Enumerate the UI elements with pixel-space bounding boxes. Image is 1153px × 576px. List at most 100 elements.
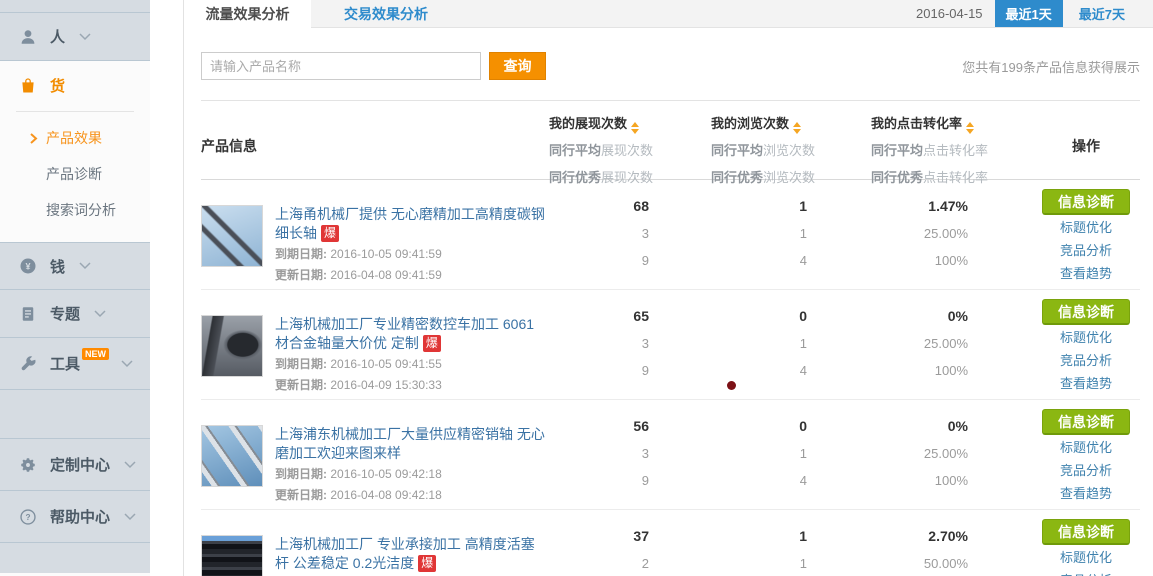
chevron-down-icon [94,310,106,318]
competitor-analysis-link[interactable]: 竞品分析 [1060,350,1112,371]
sort-icon[interactable] [631,122,639,134]
impressions-cell: 56 3 9 [549,400,649,509]
sidebar-item-custom-center[interactable]: 定制中心 [0,439,150,491]
sidebar-item-label: 货 [50,75,65,96]
tab-traffic-analysis[interactable]: 流量效果分析 [184,0,311,29]
chevron-down-icon [79,262,91,270]
column-spacer [968,101,1031,191]
title-optimize-link[interactable]: 标题优化 [1060,217,1112,238]
sortable-header[interactable]: 我的点击转化率 [871,116,962,131]
product-title-link[interactable]: 上海甬机械厂提供 无心磨精加工高精度碳钢 细长轴 [275,206,545,241]
column-spacer [968,180,1031,289]
sidebar-item-topics[interactable]: 专题 [0,290,150,338]
sidebar-item-label: 产品诊断 [46,164,102,184]
sidebar-item-label: 产品效果 [46,128,102,148]
range-1day-button[interactable]: 最近1天 [995,0,1063,27]
hot-badge: 爆 [321,225,339,242]
ctr-cell: 0% 25.00% 100% [807,400,968,509]
column-header-action: 操作 [1031,101,1141,191]
chevron-down-icon [121,360,133,368]
diagnose-button[interactable]: 信息诊断 [1042,519,1130,545]
sidebar-section-tail [0,543,150,573]
product-thumbnail[interactable] [201,205,263,267]
update-date: 更新日期: 2016-04-09 15:30:33 [275,376,547,395]
impressions-cell: 65 3 9 [549,290,649,399]
main-area: 流量效果分析 交易效果分析 2016-04-15 最近1天 最近7天 查询 您共… [150,0,1153,576]
update-date: 更新日期: 2016-04-08 09:41:59 [275,266,547,285]
search-row: 查询 您共有199条产品信息获得展示 [201,52,1140,80]
sidebar-item-tools[interactable]: 工具 NEW [0,338,150,390]
view-trend-link[interactable]: 查看趋势 [1060,263,1112,284]
expire-date: 到期日期: 2016-10-05 09:41:55 [275,355,547,374]
product-title-link[interactable]: 上海浦东机械加工厂大量供应精密销轴 无心磨加工欢迎来图来样 [275,426,545,461]
sidebar-item-person[interactable]: 人 [0,13,150,61]
product-thumbnail[interactable] [201,315,263,377]
tab-trade-analysis[interactable]: 交易效果分析 [311,0,461,27]
sidebar-item-goods[interactable]: 货 [0,61,150,109]
table-header: 产品信息 我的展现次数 同行平均展现次数 同行优秀展现次数 我的浏览次数 同行平… [201,100,1140,180]
sidebar-item-label: 帮助中心 [50,506,110,527]
sort-icon[interactable] [793,122,801,134]
product-title-link[interactable]: 上海机械加工厂专业精密数控车加工 6061材合金轴量大价优 定制 [275,316,534,351]
ctr-cell: 0% 25.00% 100% [807,290,968,399]
competitor-analysis-link[interactable]: 竞品分析 [1060,460,1112,481]
views-cell: 1 1 [649,510,807,576]
sidebar-item-help-center[interactable]: ? 帮助中心 [0,491,150,543]
column-header-product: 产品信息 [201,101,549,191]
divider [16,111,134,112]
update-date: 更新日期: 2016-04-08 09:42:18 [275,486,547,505]
diagnose-button[interactable]: 信息诊断 [1042,409,1130,435]
wrench-icon [19,355,37,373]
summary-text: 您共有199条产品信息获得展示 [962,57,1140,76]
sortable-header[interactable]: 我的展现次数 [549,116,627,131]
coin-icon: ¥ [19,257,37,275]
sidebar-item-product-effect[interactable]: 产品效果 [0,120,150,156]
ctr-cell: 1.47% 25.00% 100% [807,180,968,289]
sidebar-spacer [0,390,150,439]
table-row: 上海甬机械厂提供 无心磨精加工高精度碳钢 细长轴爆 到期日期: 2016-10-… [201,180,1140,290]
product-thumbnail[interactable] [201,535,263,576]
column-spacer [968,510,1031,576]
range-7day-link[interactable]: 最近7天 [1079,4,1125,23]
ctr-cell: 2.70% 50.00% [807,510,968,576]
product-search-input[interactable] [201,52,481,80]
product-thumbnail[interactable] [201,425,263,487]
chevron-down-icon [79,33,91,41]
sidebar-item-label: 人 [50,26,65,47]
competitor-analysis-link[interactable]: 竞品分析 [1060,240,1112,261]
sidebar-item-search-term-analysis[interactable]: 搜索词分析 [0,192,150,228]
chevron-down-icon [124,513,136,521]
title-optimize-link[interactable]: 标题优化 [1060,437,1112,458]
product-title-link[interactable]: 上海机械加工厂 专业承接加工 高精度活塞杆 公差稳定 0.2光洁度 [275,536,535,571]
column-header-ctr: 我的点击转化率 同行平均点击转化率 同行优秀点击转化率 [807,101,968,191]
column-spacer [968,290,1031,399]
cursor-dot [727,381,736,390]
view-trend-link[interactable]: 查看趋势 [1060,373,1112,394]
diagnose-button[interactable]: 信息诊断 [1042,189,1130,215]
sortable-header[interactable]: 我的浏览次数 [711,116,789,131]
sidebar-item-product-diagnosis[interactable]: 产品诊断 [0,156,150,192]
view-trend-link[interactable]: 查看趋势 [1060,483,1112,504]
sidebar-section-goods: 货 产品效果 产品诊断 搜索词分析 [0,61,150,242]
table-row: 上海浦东机械加工厂大量供应精密销轴 无心磨加工欢迎来图来样 到期日期: 2016… [201,400,1140,510]
impressions-cell: 68 3 9 [549,180,649,289]
sidebar-item-label: 专题 [50,303,80,324]
hot-badge: 爆 [423,335,441,352]
diagnose-button[interactable]: 信息诊断 [1042,299,1130,325]
sidebar-item-label: 钱 [50,256,65,277]
column-spacer [968,400,1031,509]
title-optimize-link[interactable]: 标题优化 [1060,547,1112,568]
table-row: 上海机械加工厂 专业承接加工 高精度活塞杆 公差稳定 0.2光洁度爆 到期日期:… [201,510,1140,576]
competitor-analysis-link[interactable]: 竞品分析 [1060,570,1112,576]
views-cell: 1 1 4 [649,180,807,289]
question-circle-icon: ? [19,508,37,526]
sidebar-item-label: 工具 [50,353,80,374]
title-optimize-link[interactable]: 标题优化 [1060,327,1112,348]
sidebar-item-money[interactable]: ¥ 钱 [0,242,150,290]
expire-date: 到期日期: 2016-10-05 09:42:18 [275,465,547,484]
impressions-cell: 37 2 [549,510,649,576]
tab-bar: 流量效果分析 交易效果分析 2016-04-15 最近1天 最近7天 [184,0,1153,28]
query-button[interactable]: 查询 [489,52,546,80]
table-row: 上海机械加工厂专业精密数控车加工 6061材合金轴量大价优 定制爆 到期日期: … [201,290,1140,400]
sidebar-section-partial [0,0,150,13]
